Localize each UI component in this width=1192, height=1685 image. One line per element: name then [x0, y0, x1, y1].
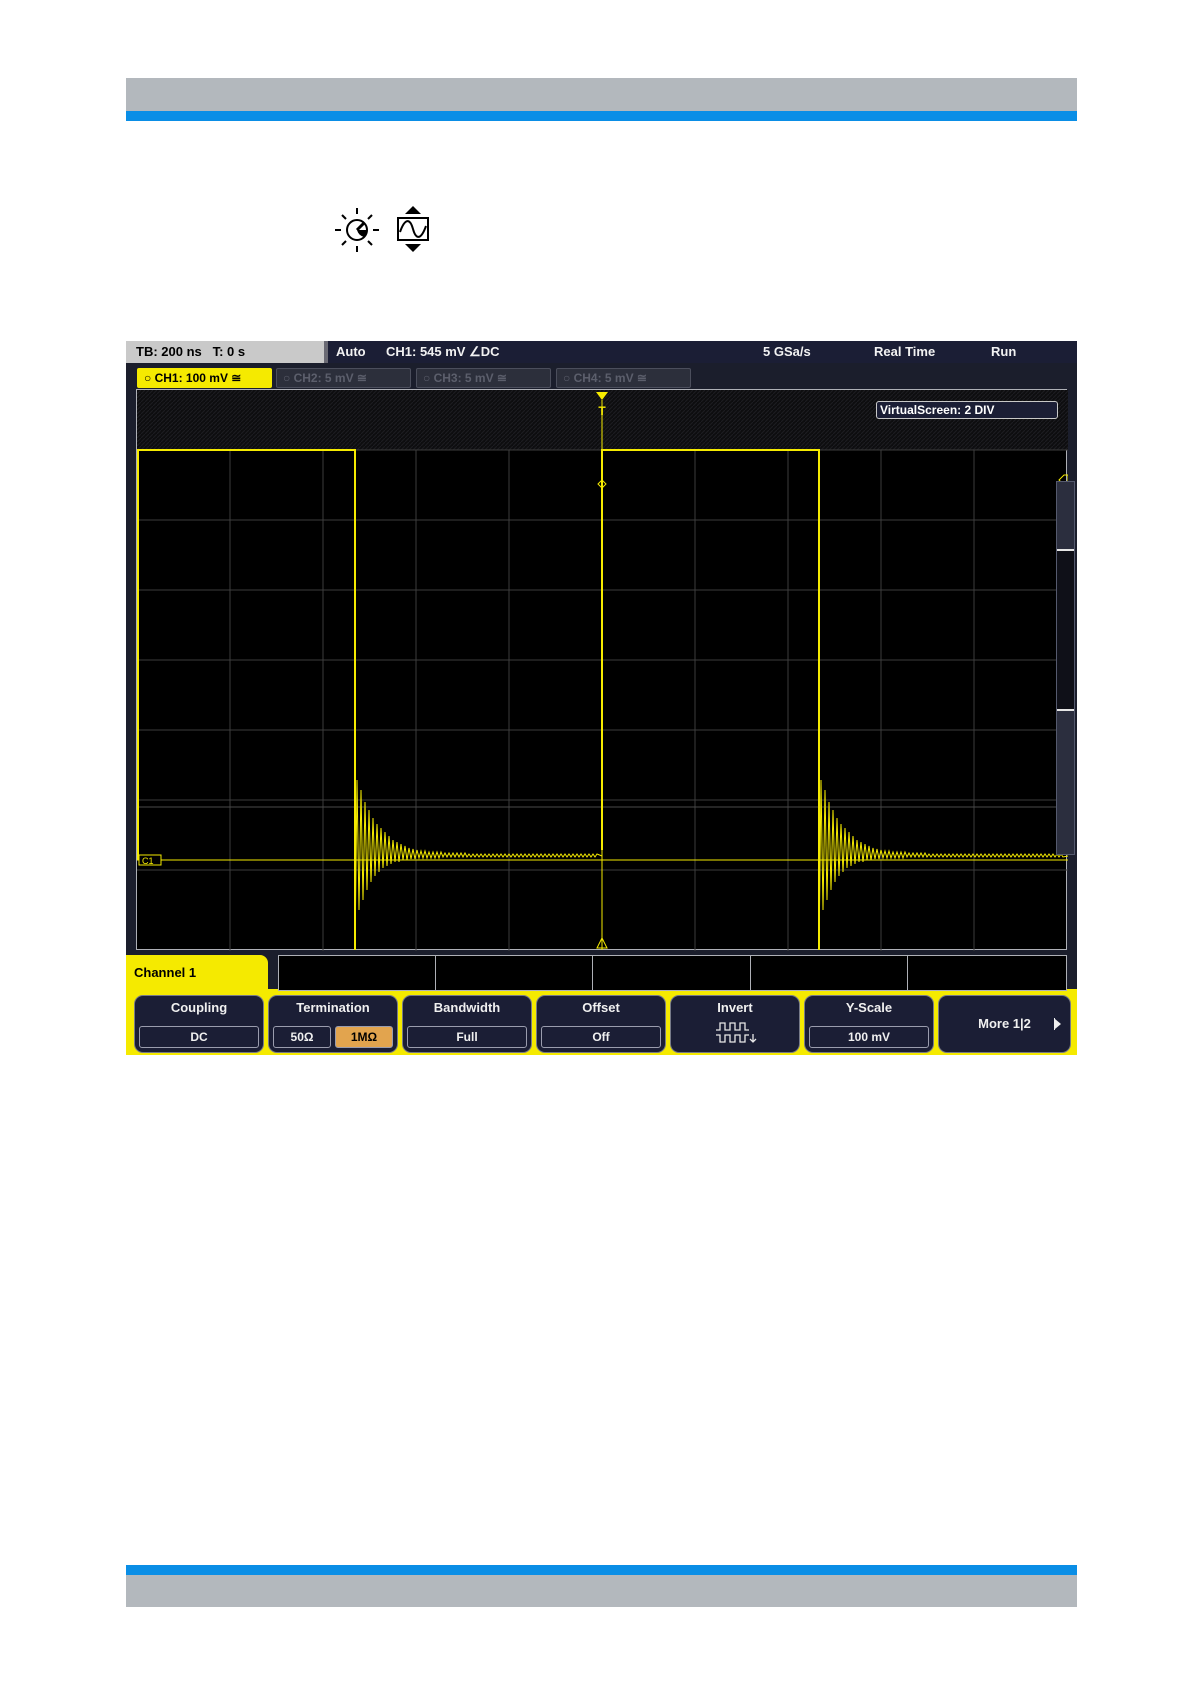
next-page-arrow-icon: [1054, 1018, 1061, 1030]
termination-softkey[interactable]: Termination 50Ω 1MΩ: [268, 995, 398, 1053]
trigger-info-label: CH1: 545 mV ∠DC: [386, 344, 500, 359]
acquisition-status[interactable]: Auto CH1: 545 mV ∠DC 5 GSa/s Real Time R…: [328, 341, 1077, 363]
realtime-label: Real Time: [874, 344, 936, 359]
coupling-label: Coupling: [170, 1000, 228, 1015]
trigger-time-label: T: 0 s: [212, 344, 246, 359]
slider-knob[interactable]: [1057, 549, 1074, 711]
tab-ch4[interactable]: ○ CH4: 5 mV ≅: [556, 368, 691, 388]
intensity-knob-icon: [335, 208, 379, 252]
strip-divider: [907, 956, 908, 992]
bandwidth-value: Full: [407, 1026, 527, 1048]
waveform-scale-icon: [397, 206, 429, 252]
ch1-trace: [137, 449, 820, 950]
termination-1mohm-option[interactable]: 1MΩ: [335, 1026, 393, 1048]
offset-label: Offset: [582, 1000, 620, 1015]
run-state-label: Run: [991, 344, 1017, 359]
ch1-ringing: [354, 779, 1068, 951]
trigger-marker-label: T: [598, 404, 606, 418]
timebase-label: TB: 200 ns: [136, 344, 202, 359]
bandwidth-softkey[interactable]: Bandwidth Full: [402, 995, 532, 1053]
coupling-value: DC: [139, 1026, 259, 1048]
offset-value: Off: [541, 1026, 661, 1048]
invert-waveform-icon: [716, 1022, 757, 1043]
coupling-softkey[interactable]: Coupling DC: [134, 995, 264, 1053]
menu-title: Channel 1: [126, 955, 268, 991]
header-band: [126, 78, 1077, 111]
more-label: More 1|2: [978, 1016, 1031, 1031]
footer-band: [126, 1575, 1077, 1607]
waveform-grid[interactable]: T C1: [136, 389, 1068, 951]
virtual-screen-indicator: VirtualScreen: 2 DIV: [876, 401, 1058, 419]
acq-mode-label: Auto: [336, 344, 366, 359]
yscale-softkey[interactable]: Y-Scale 100 mV: [804, 995, 934, 1053]
footer-accent-line: [126, 1565, 1077, 1575]
control-icons: [333, 204, 437, 256]
more-softkey[interactable]: More 1|2: [938, 995, 1071, 1053]
strip-divider: [750, 956, 751, 992]
softkey-bar: Coupling DC Termination 50Ω 1MΩ Bandwidt…: [126, 991, 1077, 1055]
header-accent-line: [126, 111, 1077, 121]
timebase-status[interactable]: TB: 200 ns T: 0 s: [126, 341, 324, 363]
invert-label: Invert: [717, 1000, 753, 1015]
strip-divider: [592, 956, 593, 992]
strip-divider: [435, 956, 436, 992]
yscale-label: Y-Scale: [845, 1000, 893, 1015]
invert-softkey[interactable]: Invert: [670, 995, 800, 1053]
termination-50ohm-option[interactable]: 50Ω: [273, 1026, 331, 1048]
measurement-strip: [278, 955, 1067, 992]
offset-softkey[interactable]: Offset Off: [536, 995, 666, 1053]
yscale-value: 100 mV: [809, 1026, 929, 1048]
bandwidth-label: Bandwidth: [433, 1000, 501, 1015]
sample-rate-label: 5 GSa/s: [763, 344, 811, 359]
tab-ch1[interactable]: ○ CH1: 100 mV ≅: [137, 368, 272, 388]
termination-label: Termination: [296, 1000, 370, 1015]
tab-ch3[interactable]: ○ CH3: 5 mV ≅: [416, 368, 551, 388]
vertical-position-slider[interactable]: [1056, 481, 1075, 855]
ch1-marker-label: C1: [142, 856, 154, 866]
waveform-canvas: T C1: [137, 390, 1068, 951]
tab-ch2[interactable]: ○ CH2: 5 mV ≅: [276, 368, 411, 388]
oscilloscope-screen: TB: 200 ns T: 0 s Auto CH1: 545 mV ∠DC 5…: [126, 341, 1077, 1055]
